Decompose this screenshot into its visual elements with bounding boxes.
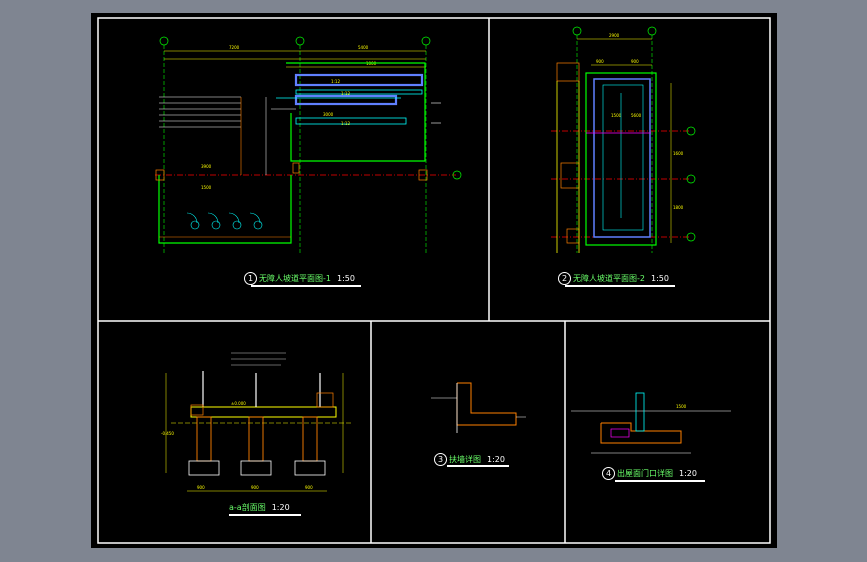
- panel-4-number: 3: [434, 453, 447, 466]
- parapet-section: [456, 382, 517, 426]
- p1-dim-6: 3000: [323, 112, 334, 117]
- p3-dim-1: 900: [197, 485, 205, 490]
- panel-2-number: 2: [558, 272, 571, 285]
- p1-dim-5: 1500: [201, 185, 212, 190]
- door-sill-section: [600, 422, 682, 444]
- panel-4-scale: 1:20: [487, 455, 505, 464]
- panel-4-detail: [431, 382, 526, 433]
- p2-dim-6: 1800: [673, 205, 684, 210]
- panel-2-scale: 1:50: [650, 274, 669, 283]
- panel-1-plan: 7200 5400 1000 3900 1500 3000 1:12 1:12 …: [155, 36, 462, 253]
- p1-slope-2: 1:12: [341, 91, 350, 96]
- p3-level-2: -0.450: [161, 431, 174, 436]
- wall-ramp-outer: [286, 62, 426, 162]
- wall-left-room: [158, 175, 292, 244]
- panel-1-scale: 1:50: [336, 274, 355, 283]
- p2-dim-4: 1500: [611, 113, 622, 118]
- ramp-edge: [295, 89, 423, 95]
- p2-dim-1: 2900: [609, 33, 620, 38]
- panel-3-section: 900 900 900 ±0.000 -0.450: [161, 352, 351, 492]
- door-swing-1: [186, 212, 198, 224]
- panel-4-underline: [447, 465, 509, 467]
- panel-2-plan: 2900 900 900 1500 1600 1800 5600: [551, 26, 696, 253]
- p2-dim-7: 5600: [631, 113, 642, 118]
- panel-1-underline: [251, 285, 361, 287]
- panel-2-title: 2 无障人坡道平面图-2 1:50: [558, 272, 669, 285]
- p1-slope-1: 1:12: [331, 79, 340, 84]
- panel-2-underline: [565, 285, 675, 287]
- panel-5-title: 4 出屋面门口详图 1:20: [602, 467, 697, 480]
- footing-3: [294, 460, 326, 476]
- panel-4-title-text: 扶墙详图: [449, 455, 481, 464]
- p1-dim-2: 5400: [358, 45, 369, 50]
- panel-3-title: a-a剖面图 1:20: [229, 502, 290, 513]
- p2-ramp-band: [593, 78, 651, 238]
- axis-bubble-3: [295, 36, 305, 46]
- section-column-1: [196, 416, 212, 462]
- p1-dim-1: 7200: [229, 45, 240, 50]
- p5-dim-1: 1500: [676, 404, 687, 409]
- p3-dim-3: 900: [305, 485, 313, 490]
- p3-dim-2: 900: [251, 485, 259, 490]
- drawing-sheet: 7200 5400 1000 3900 1500 3000 1:12 1:12 …: [91, 13, 777, 548]
- section-column-3: [302, 416, 318, 462]
- p2-dim-2: 900: [596, 59, 604, 64]
- p2-dim-5: 1600: [673, 151, 684, 156]
- panel-1-number: 1: [244, 272, 257, 285]
- ramp-edge-2: [295, 117, 407, 125]
- panel-5-number: 4: [602, 467, 615, 480]
- p1-slope-3: 1:12: [341, 121, 350, 126]
- footing-2: [240, 460, 272, 476]
- section-slab: [190, 406, 337, 418]
- axis-bubble-2: [159, 36, 169, 46]
- panel-3-underline: [229, 514, 301, 516]
- ramp-band-2: [294, 94, 398, 106]
- panel-1-title-text: 无障人坡道平面图-1: [259, 274, 331, 283]
- p3-level-1: ±0.000: [231, 401, 246, 406]
- panel-5-scale: 1:20: [679, 469, 697, 478]
- axis-bubble-4: [421, 36, 431, 46]
- panel-3-title-text: a-a剖面图: [229, 503, 266, 512]
- p2-dim-3: 900: [631, 59, 639, 64]
- panel-3-scale: 1:20: [271, 503, 290, 512]
- panel-5-detail: 1500: [571, 392, 731, 454]
- p1-dim-4: 3900: [201, 164, 212, 169]
- panel-5-underline: [615, 480, 705, 482]
- ramp-band-1: [294, 73, 424, 87]
- panel-1-title: 1 无障人坡道平面图-1 1:50: [244, 272, 355, 285]
- panel-2-title-text: 无障人坡道平面图-2: [573, 274, 645, 283]
- section-column-2: [248, 416, 264, 462]
- footing-1: [188, 460, 220, 476]
- panel-5-title-text: 出屋面门口详图: [617, 469, 673, 478]
